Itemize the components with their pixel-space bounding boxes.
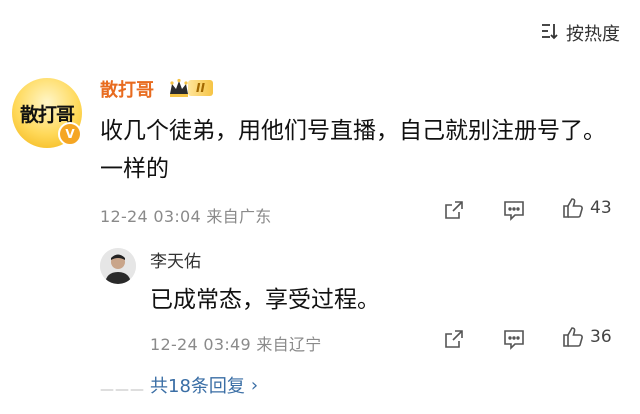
- reply-divider: ———: [100, 382, 145, 398]
- reply-comment-button[interactable]: [503, 328, 525, 350]
- reply-username[interactable]: 李天佑: [150, 247, 201, 272]
- comment-icon: [504, 330, 524, 350]
- reply-like-button[interactable]: 36: [562, 326, 612, 348]
- comment-username[interactable]: 散打哥: [100, 76, 154, 102]
- more-replies-label: 共18条回复: [150, 376, 245, 397]
- share-button[interactable]: [443, 199, 465, 221]
- reply-like-count: 36: [590, 327, 612, 347]
- sort-by-heat-button[interactable]: 按热度: [540, 20, 620, 46]
- sort-label: 按热度: [566, 24, 620, 45]
- reply-content: 已成常态，享受过程。: [150, 287, 380, 313]
- avatar[interactable]: 散打哥 V: [12, 78, 82, 148]
- share-icon: [445, 330, 463, 348]
- level-badge: II: [168, 78, 213, 98]
- share-icon: [445, 201, 463, 219]
- comment-meta: 12-24 03:04 来自广东: [100, 207, 272, 226]
- chevron-right-icon: ›: [250, 374, 259, 396]
- like-count: 43: [590, 198, 612, 218]
- verified-badge-icon: V: [58, 122, 82, 146]
- comment-content: 收几个徒弟，用他们号直播，自己就别注册号了。一样的: [100, 118, 606, 182]
- like-button[interactable]: 43: [562, 197, 612, 219]
- thumbs-up-icon: [563, 198, 583, 218]
- reply-meta: 12-24 03:49 来自辽宁: [150, 335, 322, 354]
- reply-share-button[interactable]: [443, 328, 465, 350]
- comment-icon: [504, 201, 524, 221]
- reply-avatar[interactable]: [100, 248, 136, 284]
- thumbs-up-icon: [563, 327, 583, 347]
- sort-lines-icon: [540, 22, 560, 45]
- crown-icon: [170, 78, 188, 97]
- level-label: II: [188, 80, 213, 96]
- more-replies-link[interactable]: 共18条回复 ›: [150, 372, 258, 398]
- person-icon: [100, 248, 136, 284]
- reply-button[interactable]: [503, 199, 525, 221]
